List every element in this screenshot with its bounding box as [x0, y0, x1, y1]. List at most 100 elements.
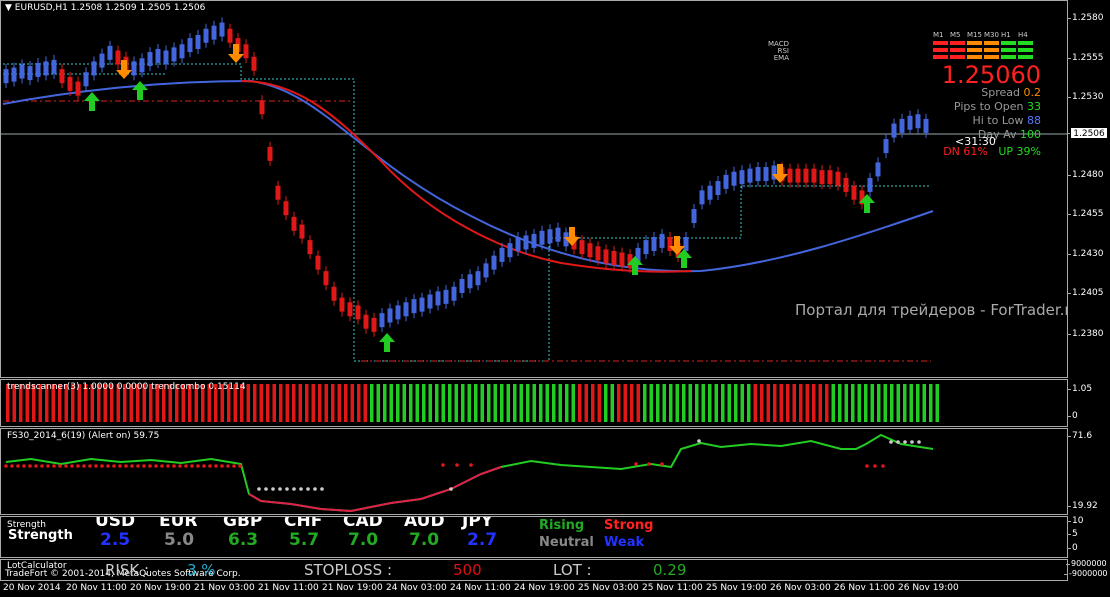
trend-bar [591, 384, 595, 422]
current-price-label: 1.2506 [1070, 127, 1108, 139]
trendscanner-panel[interactable]: trendscanner(3) 1.0000 0.0000 trendcombo… [0, 379, 1068, 427]
mtf-row-label: EMA [773, 54, 789, 62]
hilo-value: 88 [1027, 114, 1041, 127]
time-tick: 25 Nov 11:00 [642, 583, 703, 593]
trend-bar [318, 384, 322, 422]
lot-label: LOT : [553, 561, 592, 579]
trend-bar [474, 384, 478, 422]
trend-bar [441, 384, 445, 422]
mtf-signal-cell [1018, 48, 1033, 52]
trend-bar [643, 384, 647, 422]
currency-name-eur: EUR [159, 516, 198, 531]
currency-name-usd: USD [95, 516, 136, 531]
lot-calculator-panel[interactable]: LotCalculator TradeFort © 2001-2014, Met… [0, 559, 1068, 581]
fs30-panel[interactable]: FS30_2014_6(19) (Alert on) 59.75 [0, 428, 1068, 515]
currency-value-gbp: 6.3 [228, 530, 259, 550]
trend-bar [851, 384, 855, 422]
trend-bar [370, 384, 374, 422]
trend-bar [331, 384, 335, 422]
buy-arrow-icon [132, 81, 148, 100]
trend-bar [545, 384, 549, 422]
mtf-signal-cell [950, 48, 965, 52]
pips-value: 33 [1027, 100, 1041, 113]
trend-bar [383, 384, 387, 422]
mtf-signal-cell [984, 41, 999, 45]
price-tick: 1.2530 [1067, 92, 1104, 102]
currency-name-cad: CAD [343, 516, 383, 531]
dn-percent: DN 61% [943, 145, 988, 158]
trend-bar [604, 384, 608, 422]
strength-panel[interactable]: Strength Strength USD 2.5 EUR 5.0 GBP 6.3 CHF 5… [0, 516, 1068, 558]
trend-bar [435, 384, 439, 422]
price-tick: 1.2580 [1067, 13, 1104, 23]
trend-bar [857, 384, 861, 422]
trend-bar [922, 384, 926, 422]
mtf-signal-cell [1001, 55, 1016, 59]
trend-bar [695, 384, 699, 422]
spread-label: Spread [981, 86, 1020, 99]
trend-bar [584, 384, 588, 422]
trend-bar [688, 384, 692, 422]
trend-bar [402, 384, 406, 422]
trend-bar [610, 384, 614, 422]
trend-bar [357, 384, 361, 422]
spread-value: 0.2 [1023, 86, 1042, 99]
risk-label: RISK : [105, 561, 150, 579]
trend-bar [571, 384, 575, 422]
trend-bar [766, 384, 770, 422]
legend-weak: Weak [604, 535, 645, 550]
trend-bar [506, 384, 510, 422]
trend-bar [500, 384, 504, 422]
time-tick: 21 Nov 11:00 [258, 583, 319, 593]
up-percent: UP 39% [998, 145, 1041, 158]
pips-label: Pips to Open [953, 100, 1024, 113]
symbol-info: ▼ EURUSD,H1 1.2508 1.2509 1.2505 1.2506 [5, 3, 206, 13]
trend-bar [389, 384, 393, 422]
trend-bar [883, 384, 887, 422]
currency-value-cad: 7.0 [348, 530, 379, 550]
trend-bar [890, 384, 894, 422]
trend-bar [558, 384, 562, 422]
trend-bar [916, 384, 920, 422]
trend-bar [363, 384, 367, 422]
trend-bar [909, 384, 913, 422]
strength-axis: 10 5 0 [1066, 516, 1110, 558]
trend-bar [493, 384, 497, 422]
trend-bar [350, 384, 354, 422]
trend-bar [311, 384, 315, 422]
main-price-axis[interactable]: 1.2580 1.2555 1.2530 1.2506 1.2480 1.2455 1.24… [1067, 0, 1110, 378]
time-tick: 26 Nov 19:00 [898, 583, 959, 593]
trend-bar [818, 384, 822, 422]
price-tick: 1.2380 [1067, 329, 1104, 339]
price-tick: 1.2480 [1067, 170, 1104, 180]
trendscanner-axis: 1.05 0 [1066, 379, 1110, 427]
trend-bar [448, 384, 452, 422]
strength-title: Strength [8, 528, 73, 543]
legend-strong: Strong [604, 518, 654, 533]
price-tick: 1.2430 [1067, 249, 1104, 259]
trend-bar [623, 384, 627, 422]
trend-bar [877, 384, 881, 422]
price-tick: 1.2405 [1067, 288, 1104, 298]
trend-bar [669, 384, 673, 422]
trend-bar [259, 384, 263, 422]
trend-bar [896, 384, 900, 422]
trend-bar [708, 384, 712, 422]
trend-bar [838, 384, 842, 422]
trend-bar [773, 384, 777, 422]
currency-value-jpy: 2.7 [467, 530, 498, 550]
mtf-signal-cell [984, 55, 999, 59]
trend-bar [825, 384, 829, 422]
trend-bar [519, 384, 523, 422]
mtf-timeframe-m5: M5 [950, 31, 961, 39]
time-tick: 25 Nov 03:00 [578, 583, 639, 593]
fs30-axis: 71.6 19.92 [1066, 428, 1110, 515]
trend-bar [792, 384, 796, 422]
trend-bar [266, 384, 270, 422]
trend-bar [747, 384, 751, 422]
fs30-line [5, 433, 934, 513]
mtf-signal-cell [967, 55, 982, 59]
trend-bar [617, 384, 621, 422]
symbol-arrow-icon[interactable]: ▼ [5, 3, 12, 13]
main-chart-panel[interactable]: ▼ EURUSD,H1 1.2508 1.2509 1.2505 1.2506 … [0, 0, 1068, 378]
